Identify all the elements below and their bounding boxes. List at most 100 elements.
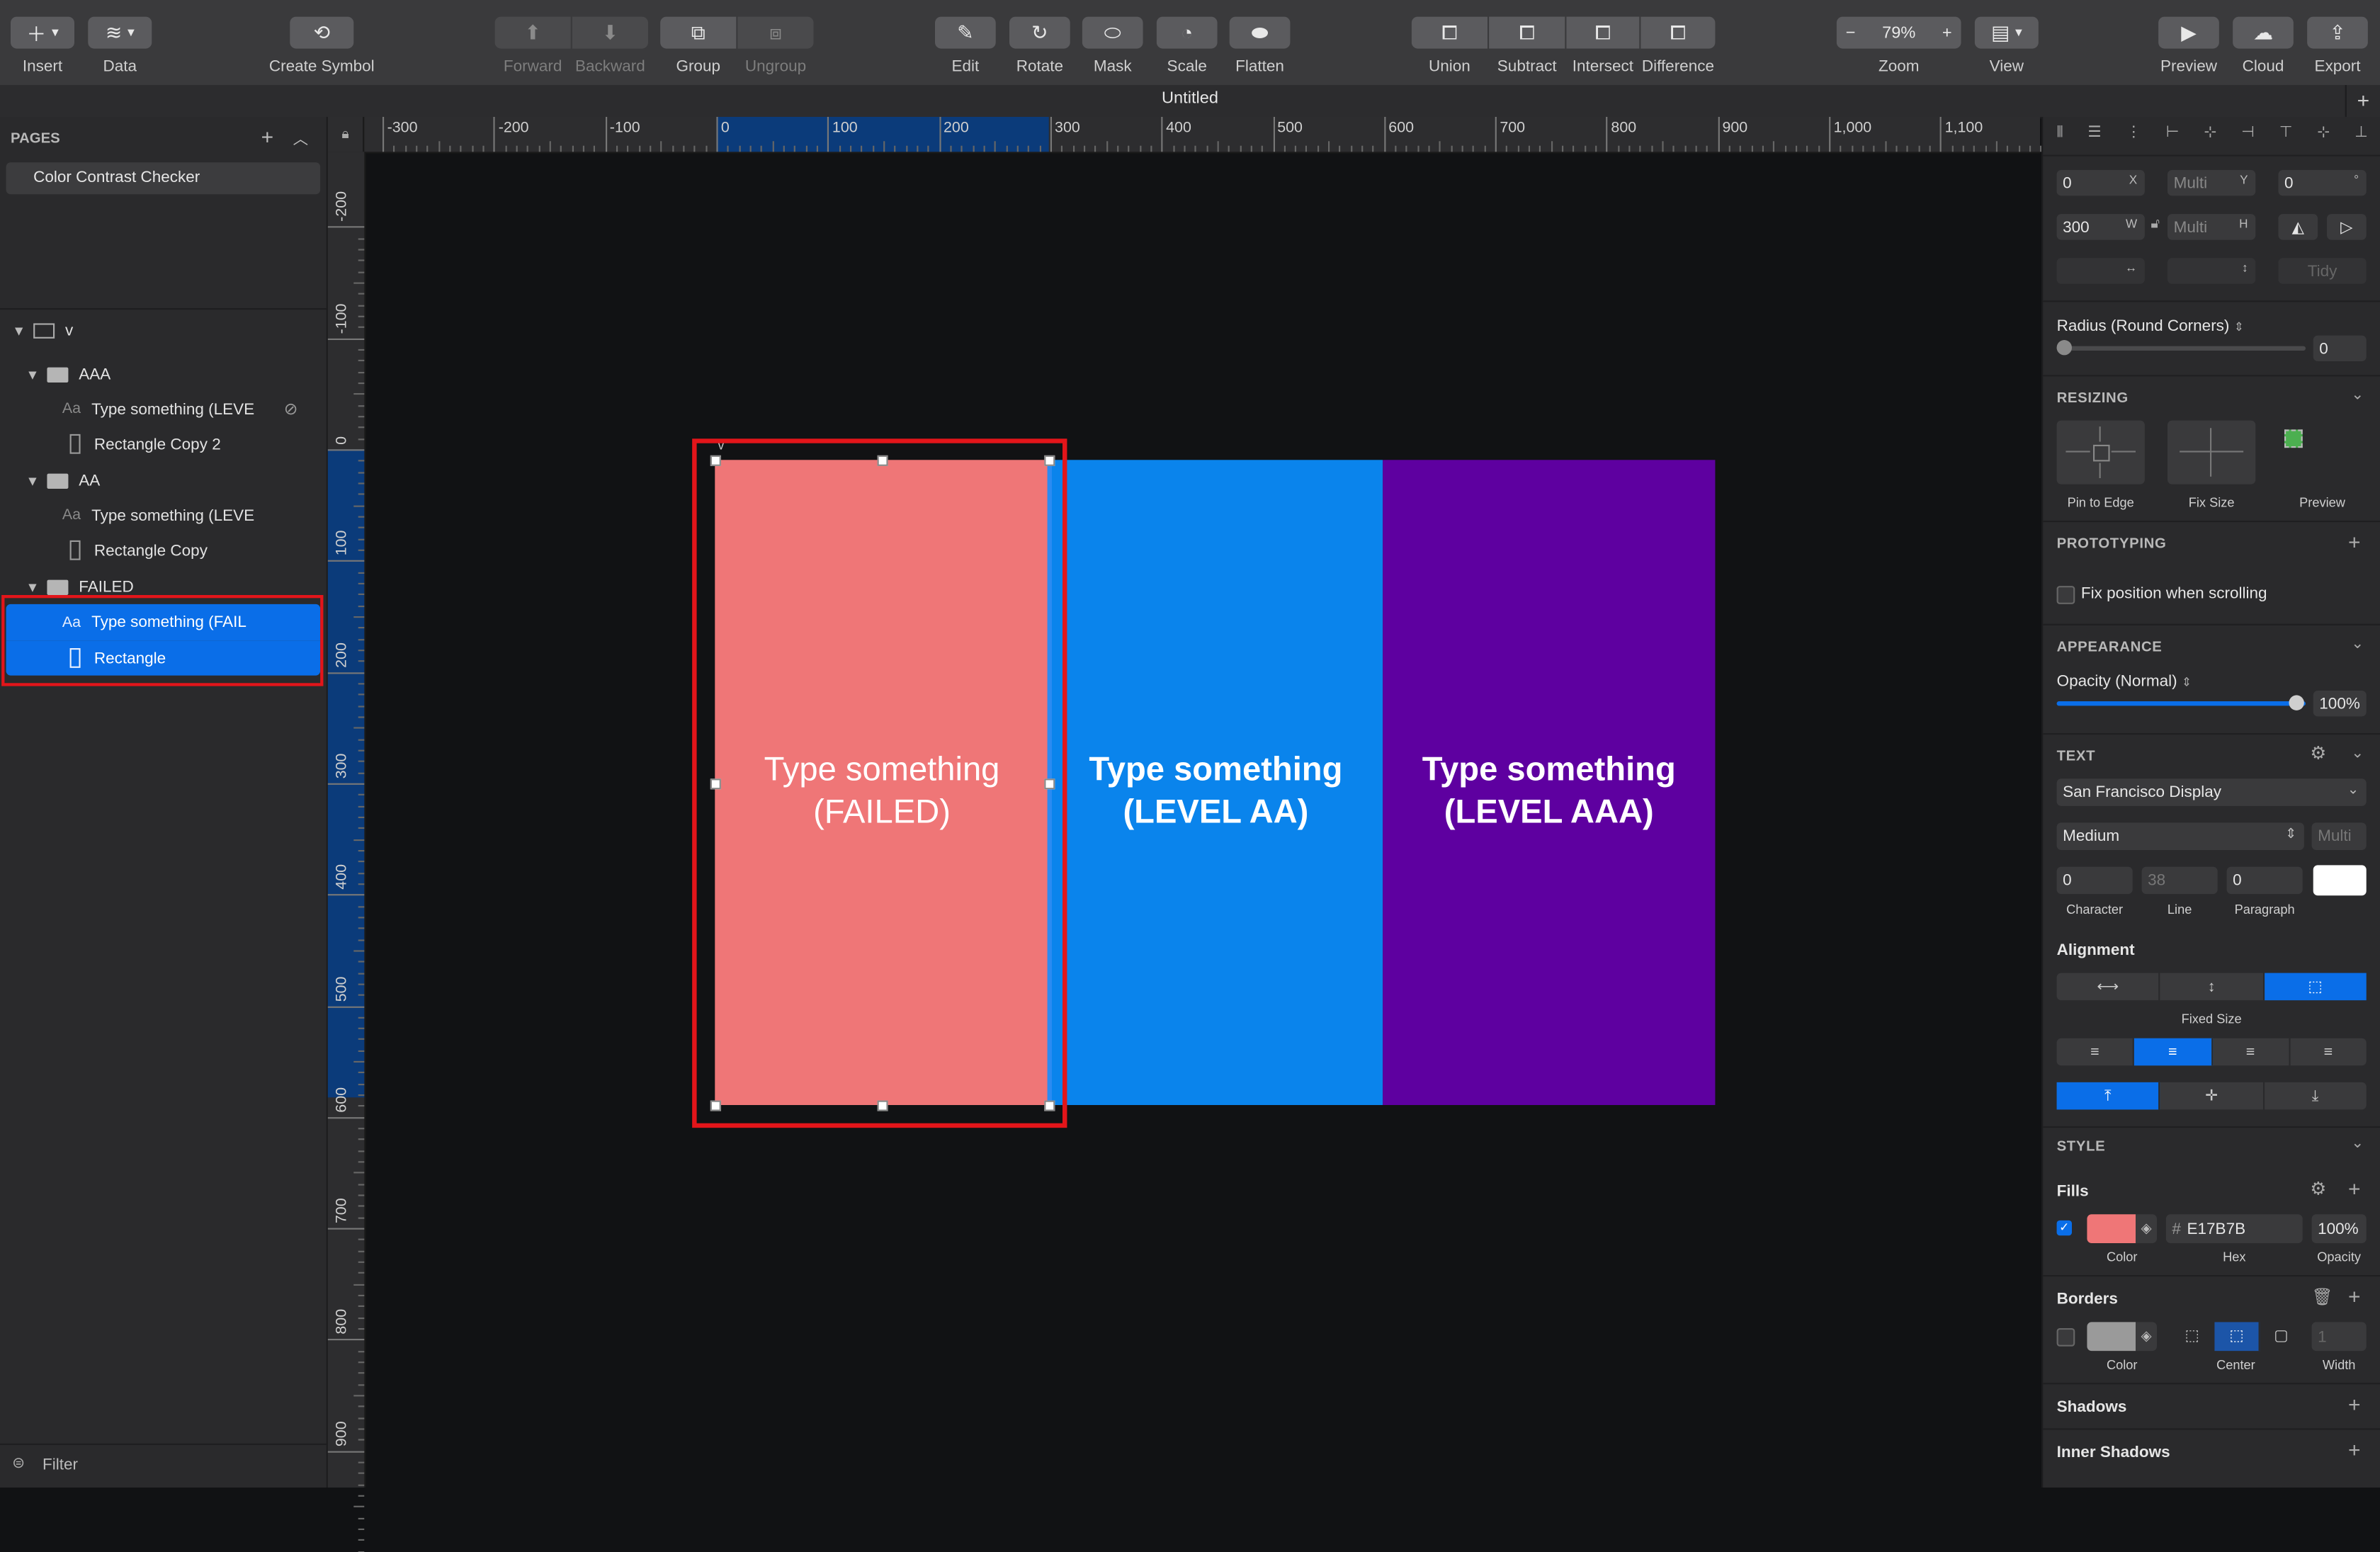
border-outside-icon[interactable]: ▢ (2260, 1322, 2303, 1351)
distribute-vertical-icon[interactable]: ☰ (2087, 125, 2101, 146)
border-position-segment[interactable]: ⬚ ⬚ ▢ (2170, 1322, 2303, 1352)
radius-field[interactable]: 0 (2313, 335, 2367, 361)
add-shadow-plus-icon[interactable]: + (2348, 1392, 2361, 1416)
vertical-alignment-segment[interactable]: ⤒ ✛ ⤓ (2056, 1082, 2367, 1110)
layer-artboard-v[interactable]: ▼ v (0, 312, 327, 347)
chevron-down-icon[interactable]: ⌄ (2351, 745, 2364, 762)
layer-text-aaa[interactable]: Aa Type something (LEVE ⊘ (0, 392, 327, 426)
opacity-slider-knob[interactable] (2289, 695, 2304, 710)
align-left-icon[interactable]: ⊢ (2166, 125, 2180, 146)
fix-size-control[interactable] (2168, 420, 2256, 485)
text-behaviour-segment[interactable]: ⟷ ↕ ⬚ (2056, 973, 2367, 1001)
difference-button[interactable]: ⧠ Difference (1640, 0, 1716, 85)
align-text-justify-icon[interactable]: ≡ (2290, 1038, 2367, 1066)
horizontal-alignment-segment[interactable]: ≡ ≡ ≡ ≡ (2056, 1038, 2367, 1066)
align-text-left-icon[interactable]: ≡ (2057, 1038, 2135, 1066)
auto-height-icon[interactable]: ↕ (2160, 973, 2265, 1001)
spacing-vertical-field[interactable]: ↕ (2168, 258, 2256, 284)
align-right-icon[interactable]: ⊣ (2241, 125, 2255, 146)
align-text-right-icon[interactable]: ≡ (2212, 1038, 2291, 1066)
lock-ratio-icon[interactable]: 🔓︎ (2150, 215, 2160, 232)
align-middle-icon[interactable]: ⊹ (2317, 125, 2330, 146)
color-variable-icon[interactable]: ◈ (2136, 1322, 2157, 1352)
hidden-eye-icon[interactable]: ⊘ (284, 400, 298, 419)
fill-hex-field[interactable]: # E17B7B (2165, 1214, 2303, 1243)
border-color-swatch[interactable] (2087, 1322, 2136, 1352)
zoom-in-icon[interactable]: + (1942, 23, 1952, 42)
align-text-bottom-icon[interactable]: ⤓ (2264, 1082, 2366, 1110)
preview-button[interactable]: ▶ Preview (2155, 0, 2222, 85)
cloud-button[interactable]: ☁ Cloud (2230, 0, 2296, 85)
group-button[interactable]: ⧉ Group (660, 0, 737, 85)
add-inner-shadow-plus-icon[interactable]: + (2348, 1437, 2361, 1461)
new-tab-plus-icon[interactable]: + (2345, 85, 2380, 117)
align-center-icon[interactable]: ⊹ (2204, 125, 2216, 146)
align-top-icon[interactable]: ⊤ (2279, 125, 2293, 146)
tidy-button[interactable]: Tidy (2278, 258, 2367, 284)
zoom-control[interactable]: − 79% + Zoom (1836, 0, 1961, 85)
level-aa-rectangle[interactable]: Type something (LEVEL AA) (1048, 460, 1383, 1105)
x-field[interactable]: 0X (2056, 170, 2145, 196)
layer-rectangle-copy-2[interactable]: Rectangle Copy 2 (0, 426, 327, 461)
pin-to-edge-control[interactable] (2056, 420, 2145, 485)
forward-button[interactable]: ⬆ Forward (494, 0, 571, 85)
insert-tool[interactable]: ＋ ▾ Insert (9, 0, 76, 85)
align-text-center-icon[interactable]: ≡ (2134, 1038, 2213, 1066)
level-aaa-rectangle[interactable]: Type something (LEVEL AAA) (1383, 460, 1716, 1105)
radius-slider-track[interactable] (2056, 346, 2306, 351)
spacing-horizontal-field[interactable]: ↔ (2056, 258, 2145, 284)
chevron-down-icon[interactable]: ⌄ (2351, 1135, 2364, 1152)
flip-horizontal-button[interactable]: ◭ (2278, 214, 2318, 240)
color-variable-icon[interactable]: ◈ (2136, 1214, 2157, 1243)
font-size-field[interactable]: Multi (2311, 822, 2367, 850)
fill-color-swatch[interactable] (2087, 1214, 2136, 1243)
layer-rectangle-copy[interactable]: Rectangle Copy (0, 533, 327, 567)
add-fill-plus-icon[interactable]: + (2348, 1177, 2361, 1201)
gear-icon[interactable]: ⚙ (2310, 742, 2326, 764)
align-bottom-icon[interactable]: ⊥ (2354, 125, 2368, 146)
line-height-field[interactable]: 38 (2141, 866, 2218, 895)
radius-slider-knob[interactable] (2056, 340, 2072, 356)
distribute-horizontal-icon[interactable]: ⫴ (2057, 125, 2063, 146)
gear-icon[interactable]: ⚙ (2310, 1178, 2326, 1199)
width-field[interactable]: 300 W (2056, 214, 2145, 240)
level-aaa-text[interactable]: Type something (LEVEL AAA) (1383, 748, 1715, 833)
scale-button[interactable]: ◔ Scale (1154, 0, 1220, 85)
subtract-button[interactable]: ⧠ Subtract (1489, 0, 1565, 85)
fill-enabled-checkbox[interactable]: ✓ (2056, 1220, 2072, 1236)
create-symbol-button[interactable]: ⟲ Create Symbol (258, 0, 385, 85)
union-button[interactable]: ⧠ Union (1411, 0, 1488, 85)
ungroup-button[interactable]: ⧈ Ungroup (737, 0, 814, 85)
more-icon[interactable]: ⋮ (2126, 125, 2141, 146)
flip-vertical-button[interactable]: ▷ (2327, 214, 2367, 240)
fixed-size-icon[interactable]: ⬚ (2264, 973, 2367, 1001)
paragraph-spacing-field[interactable]: 0 (2226, 866, 2303, 895)
font-weight-select[interactable]: Medium ⇕ (2056, 822, 2304, 850)
disclosure-triangle-icon[interactable]: ▼ (26, 579, 39, 594)
layer-text-aa[interactable]: Aa Type something (LEVE (0, 498, 327, 533)
zoom-field[interactable]: − 79% + (1836, 16, 1961, 49)
zoom-out-icon[interactable]: − (1846, 23, 1856, 42)
chevron-down-icon[interactable]: ⌄ (2351, 636, 2364, 653)
border-center-icon[interactable]: ⬚ (2215, 1322, 2260, 1352)
auto-width-icon[interactable]: ⟷ (2057, 973, 2160, 1001)
collapse-pages-chevron-icon[interactable]: ︿ (293, 126, 308, 149)
text-color-swatch[interactable] (2313, 865, 2367, 896)
border-width-field[interactable]: 1 (2311, 1322, 2367, 1352)
rotate-button[interactable]: ↻ Rotate (1007, 0, 1073, 85)
filter-field[interactable]: Filter (42, 1456, 78, 1474)
page-item-color-contrast-checker[interactable]: Color Contrast Checker (6, 162, 321, 195)
add-prototyping-plus-icon[interactable]: + (2348, 530, 2361, 554)
fill-opacity-field[interactable]: 100% (2311, 1214, 2367, 1243)
stepper-icon[interactable]: ⇕ (2234, 320, 2244, 334)
align-text-top-icon[interactable]: ⤒ (2056, 1082, 2160, 1110)
stepper-icon[interactable]: ⇕ (2182, 676, 2192, 689)
mask-button[interactable]: ⬭ Mask (1080, 0, 1146, 85)
edit-button[interactable]: ✎ Edit (932, 0, 999, 85)
layer-group-aa[interactable]: ▼ AA (0, 463, 327, 498)
trash-icon[interactable]: 🗑︎ (2312, 1287, 2333, 1307)
chevron-down-icon[interactable]: ⌄ (2351, 387, 2364, 404)
border-inside-icon[interactable]: ⬚ (2170, 1322, 2216, 1352)
add-border-plus-icon[interactable]: + (2348, 1284, 2361, 1308)
character-spacing-field[interactable]: 0 (2056, 866, 2133, 895)
